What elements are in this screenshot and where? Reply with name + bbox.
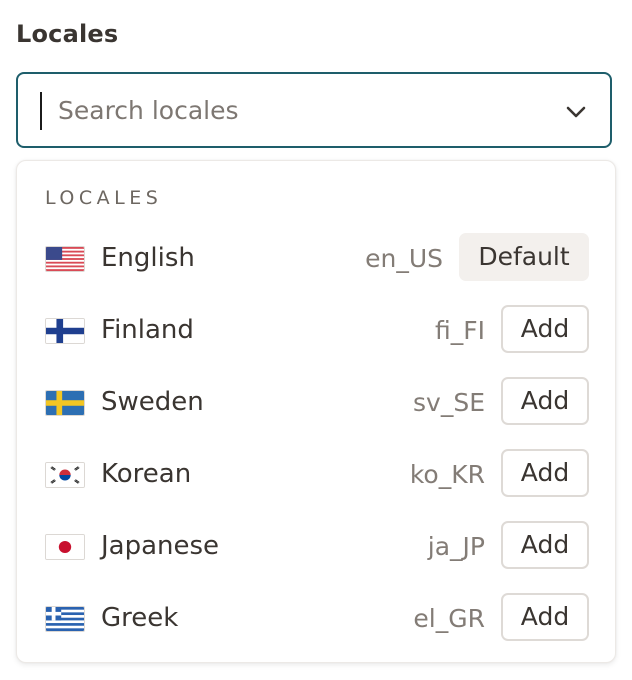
locale-row-korean: Korean ko_KR Add: [17, 449, 617, 501]
locale-row-sweden: Sweden sv_SE Add: [17, 377, 617, 429]
locale-code: en_US: [365, 244, 443, 273]
locale-code: fi_FI: [435, 316, 485, 345]
locale-row-english: English en_US Default: [17, 233, 617, 285]
add-locale-button[interactable]: Add: [501, 377, 589, 425]
locale-name: Korean: [101, 459, 192, 489]
search-locales-input[interactable]: [58, 88, 538, 132]
greece-flag-icon: [45, 606, 85, 632]
add-locale-button[interactable]: Add: [501, 593, 589, 641]
korea-flag-icon: [45, 462, 85, 488]
japan-flag-icon: [45, 534, 85, 560]
locale-row-japanese: Japanese ja_JP Add: [17, 521, 617, 573]
finland-flag-icon: [45, 318, 85, 344]
locale-row-finland: Finland fi_FI Add: [17, 305, 617, 357]
section-heading: LOCALES: [45, 187, 163, 209]
locales-field-label: Locales: [16, 20, 119, 48]
locale-name: English: [101, 243, 195, 273]
default-locale-button[interactable]: Default: [459, 233, 589, 281]
locales-dropdown: LOCALES English en_US Default Finland fi…: [16, 160, 616, 663]
sweden-flag-icon: [45, 390, 85, 416]
locale-name: Japanese: [101, 531, 220, 561]
add-locale-button[interactable]: Add: [501, 521, 589, 569]
locale-name: Greek: [101, 603, 179, 633]
locale-row-greek: Greek el_GR Add: [17, 593, 617, 645]
locale-code: ko_KR: [409, 460, 485, 489]
locale-code: sv_SE: [413, 388, 485, 417]
locale-name: Finland: [101, 315, 194, 345]
add-locale-button[interactable]: Add: [501, 305, 589, 353]
us-flag-icon: [45, 246, 85, 272]
locale-name: Sweden: [101, 387, 204, 417]
locale-code: ja_JP: [427, 532, 485, 561]
locale-search-box[interactable]: [16, 72, 612, 148]
chevron-down-icon[interactable]: [564, 100, 588, 124]
add-locale-button[interactable]: Add: [501, 449, 589, 497]
locale-code: el_GR: [413, 604, 485, 633]
text-cursor: [40, 92, 42, 130]
